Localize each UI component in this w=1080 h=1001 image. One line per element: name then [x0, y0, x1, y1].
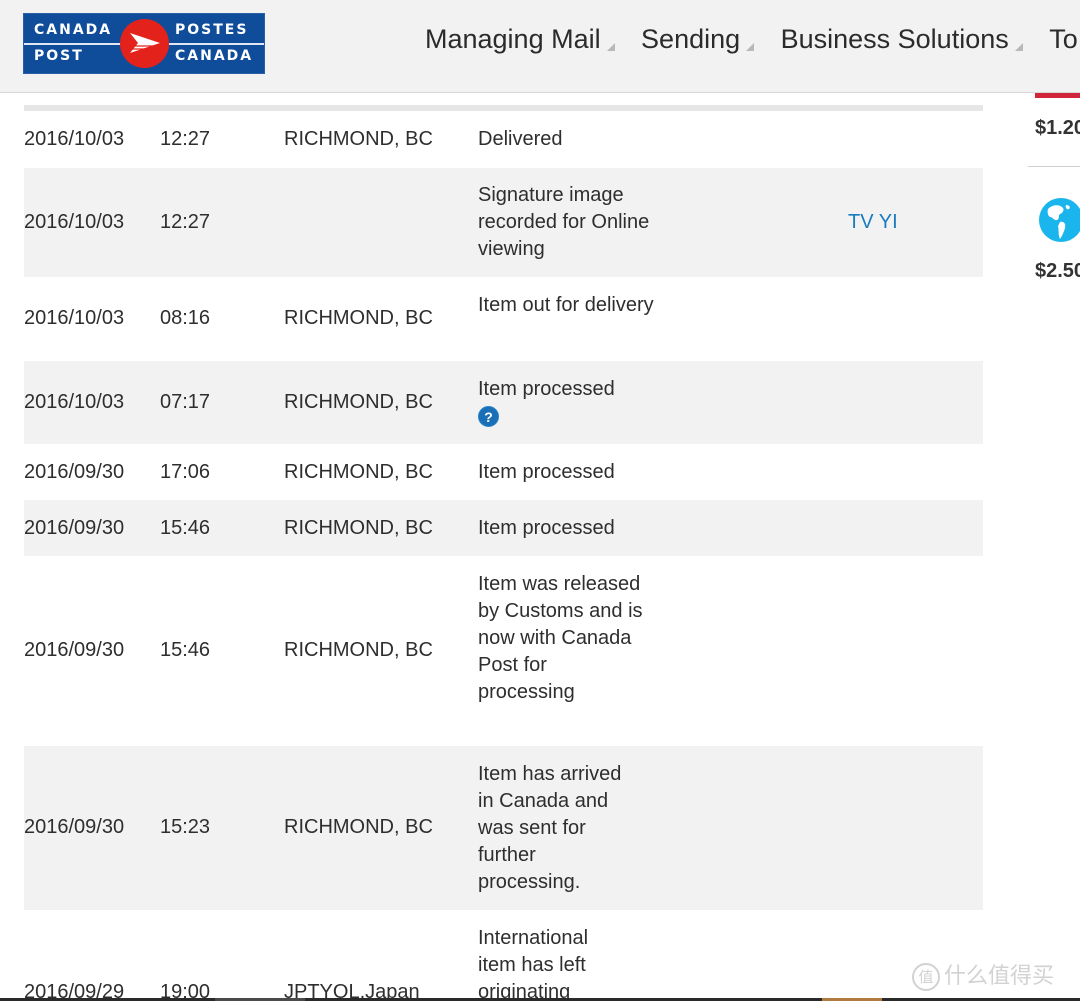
- row-time: 12:27: [160, 128, 211, 150]
- row-description: International item has left originating: [478, 927, 589, 1001]
- row-date: 2016/09/30: [24, 639, 125, 661]
- canada-post-logo[interactable]: CANADA POST POSTES CANADA: [23, 13, 265, 74]
- caret-icon: [1014, 43, 1023, 51]
- row-time: 15:46: [160, 639, 211, 661]
- row-time: 15:23: [160, 816, 211, 838]
- table-row: 2016/09/30 15:46 RICHMOND, BC Item proce…: [24, 500, 983, 556]
- nav-sending[interactable]: Sending: [641, 24, 755, 55]
- site-watermark: 值什么值得买: [912, 958, 1054, 991]
- watermark-logo-icon: 值: [912, 963, 940, 991]
- nav-label: Sending: [641, 24, 741, 54]
- signatory-link[interactable]: TV YI: [848, 209, 898, 236]
- row-location: RICHMOND, BC: [284, 517, 433, 539]
- row-time: 07:17: [160, 391, 211, 413]
- table-row: 2016/10/03 12:27 RICHMOND, BC Delivered: [24, 111, 983, 168]
- site-header: CANADA POST POSTES CANADA Managing Mail …: [0, 0, 1080, 93]
- nav-label: Business Solutions: [780, 24, 1009, 54]
- tracking-history-table: 2016/10/03 12:27 RICHMOND, BC Delivered …: [24, 105, 983, 1001]
- row-description: Item processed: [478, 517, 615, 539]
- logo-text-postes: POSTES: [175, 22, 249, 38]
- globe-icon: [1039, 198, 1080, 242]
- logo-text-canada: CANADA: [34, 22, 113, 38]
- nav-label: To: [1049, 24, 1078, 54]
- row-date: 2016/10/03: [24, 391, 125, 413]
- row-location: RICHMOND, BC: [284, 391, 433, 413]
- row-time: 08:16: [160, 307, 211, 329]
- row-description: Delivered: [478, 128, 563, 150]
- logo-text-canada-fr: CANADA: [175, 48, 254, 64]
- row-time: 15:46: [160, 517, 211, 539]
- row-description: Item processed: [478, 378, 615, 400]
- row-date: 2016/10/03: [24, 307, 125, 329]
- main-nav: Managing Mail Sending Business Solutions…: [425, 24, 1080, 64]
- row-date: 2016/09/30: [24, 816, 125, 838]
- logo-text-post: POST: [34, 48, 84, 64]
- sidebar-divider: [1028, 166, 1080, 167]
- nav-managing-mail[interactable]: Managing Mail: [425, 24, 615, 55]
- table-row: 2016/09/30 15:46 RICHMOND, BC Item was r…: [24, 556, 983, 746]
- table-row: 2016/09/30 15:23 RICHMOND, BC Item has a…: [24, 746, 983, 910]
- row-date: 2016/09/30: [24, 517, 125, 539]
- row-location: RICHMOND, BC: [284, 128, 433, 150]
- nav-label: Managing Mail: [425, 24, 601, 54]
- price-sidebar: $1.20 $2.50: [1028, 93, 1080, 1001]
- price-domestic: $1.20: [1035, 117, 1080, 139]
- nav-business-solutions[interactable]: Business Solutions: [781, 24, 1023, 55]
- row-time: 17:06: [160, 461, 211, 483]
- table-row: 2016/10/03 08:16 RICHMOND, BC Item out f…: [24, 277, 983, 361]
- row-location: RICHMOND, BC: [284, 639, 433, 661]
- nav-tools[interactable]: To: [1049, 24, 1080, 55]
- table-row: 2016/09/29 19:00 JPTYOL,Japan Internatio…: [24, 910, 983, 1001]
- caret-icon: [746, 43, 755, 51]
- watermark-text: 什么值得买: [944, 964, 1055, 989]
- row-description: Item processed: [478, 461, 615, 483]
- row-description-wrap: Item processed ?: [478, 376, 658, 430]
- row-date: 2016/10/03: [24, 211, 125, 233]
- help-icon[interactable]: ?: [478, 406, 499, 427]
- row-time: 12:27: [160, 211, 211, 233]
- sidebar-accent-bar: [1035, 93, 1080, 98]
- eagle-icon: [120, 19, 169, 68]
- caret-icon: [606, 43, 615, 51]
- row-date: 2016/09/30: [24, 461, 125, 483]
- row-date: 2016/10/03: [24, 128, 125, 150]
- table-row: 2016/10/03 07:17 RICHMOND, BC Item proce…: [24, 361, 983, 444]
- row-description: Item out for delivery: [478, 294, 654, 316]
- table-row: 2016/09/30 17:06 RICHMOND, BC Item proce…: [24, 444, 983, 500]
- row-description: Item has arrived in Canada and was sent …: [478, 763, 622, 893]
- price-international: $2.50: [1035, 260, 1080, 282]
- row-location: RICHMOND, BC: [284, 307, 433, 329]
- table-row: 2016/10/03 12:27 Signature image recorde…: [24, 168, 983, 277]
- row-location: RICHMOND, BC: [284, 816, 433, 838]
- row-location: RICHMOND, BC: [284, 461, 433, 483]
- row-description: Item was released by Customs and is now …: [478, 573, 643, 703]
- row-description: Signature image recorded for Online view…: [478, 184, 650, 260]
